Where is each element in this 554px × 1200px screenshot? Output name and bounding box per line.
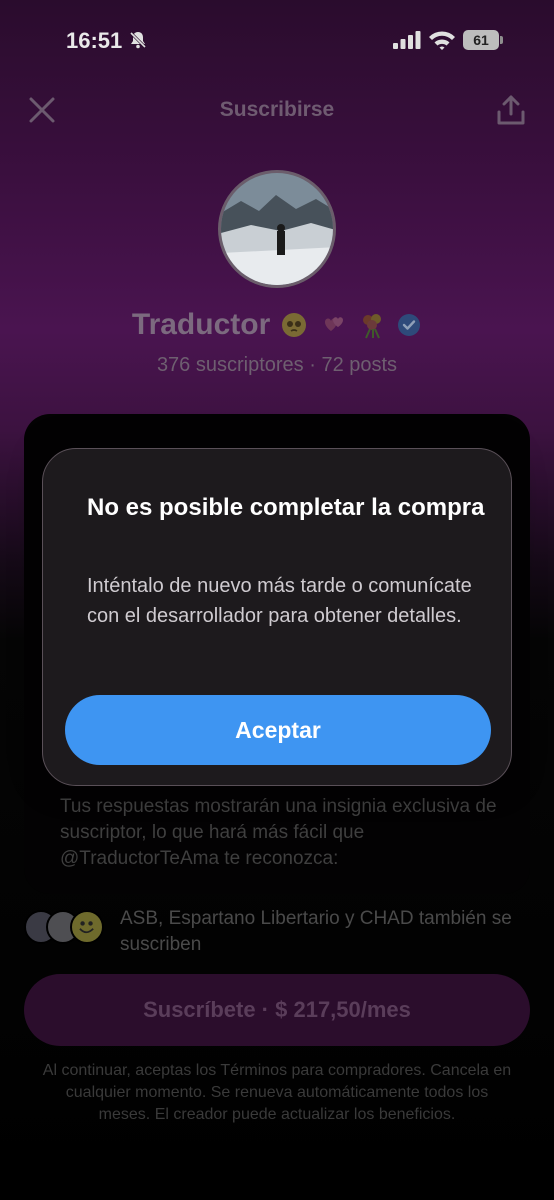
accept-button[interactable]: Aceptar — [65, 695, 491, 765]
hearts-emoji-icon — [325, 317, 344, 331]
bouquet-emoji-icon — [362, 314, 381, 339]
cellular-signal-icon — [393, 31, 421, 49]
mutual-avatars — [24, 910, 108, 946]
page-title: Suscribirse — [219, 98, 335, 121]
subscribe-screen: 16:51 61 Suscribirse Traductor 376 suscr… — [0, 0, 554, 1200]
profile-stats: 376 suscriptores · 72 posts — [156, 354, 398, 376]
profile-name: Traductor — [131, 308, 271, 341]
battery-icon: 61 — [463, 30, 503, 50]
verified-badge-icon — [398, 314, 421, 336]
terms-text: Al continuar, aceptas los Términos para … — [42, 1062, 512, 1123]
wifi-icon — [429, 31, 455, 50]
mutual-text: ASB, Espartano Libertario y CHAD también… — [120, 908, 512, 955]
share-icon[interactable] — [496, 94, 526, 126]
status-time: 16:51 — [66, 28, 123, 53]
pleading-face-emoji-icon — [281, 313, 306, 337]
status-bar: 16:51 61 — [0, 0, 554, 80]
mutual-subscribers: ASB, Espartano Libertario y CHAD también… — [24, 906, 530, 966]
benefit-description: Tus respuestas mostrarán una insignia ex… — [60, 796, 497, 869]
avatar-landscape-image — [221, 173, 333, 285]
battery-level: 61 — [463, 30, 499, 50]
subscribe-button[interactable]: Suscríbete · $ 217,50/mes — [24, 974, 530, 1046]
smiley-avatar-icon — [70, 910, 104, 944]
profile-name-row: Traductor — [0, 308, 554, 342]
bell-muted-icon — [129, 31, 147, 49]
alert-message: Inténtalo de nuevo más tarde o comunícat… — [87, 575, 472, 627]
battery-tip — [500, 36, 503, 44]
alert-title: No es posible completar la compra — [87, 494, 485, 521]
avatar — [218, 170, 336, 288]
purchase-error-alert: No es posible completar la compra Intént… — [42, 448, 512, 786]
